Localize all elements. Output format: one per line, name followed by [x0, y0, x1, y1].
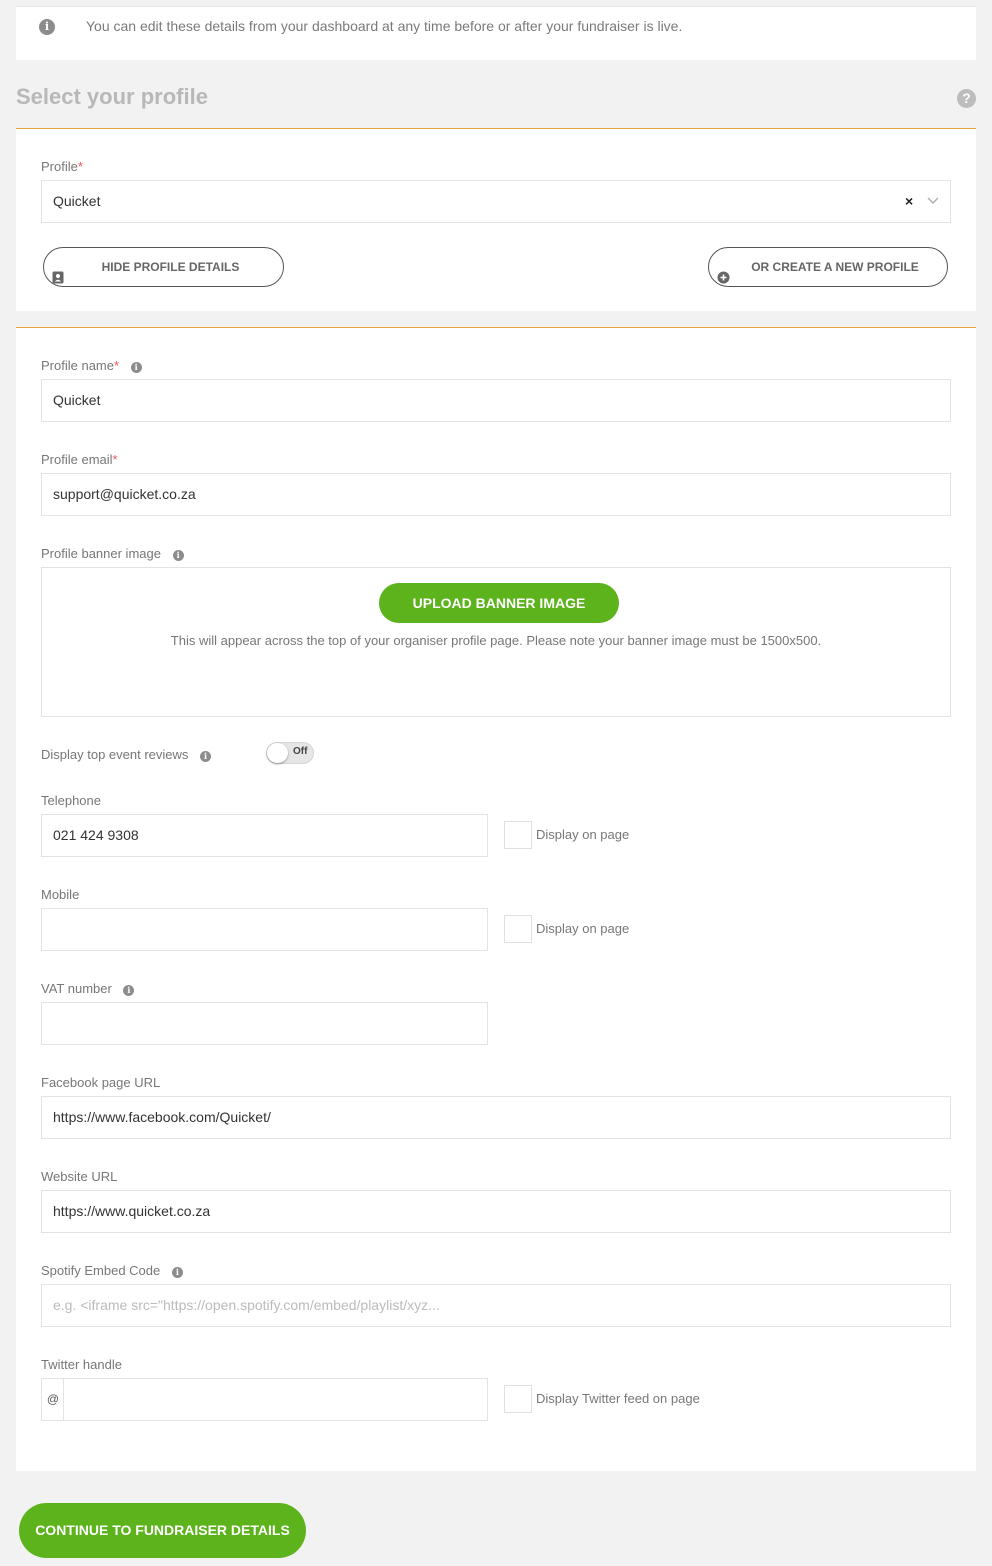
profile-name-input[interactable]: Quicket	[41, 379, 951, 422]
continue-button[interactable]: CONTINUE TO FUNDRAISER DETAILS	[19, 1503, 306, 1558]
facebook-label: Facebook page URL	[41, 1075, 161, 1090]
info-icon: i	[171, 1267, 183, 1278]
info-icon: i	[172, 550, 184, 561]
spotify-label: Spotify Embed Code i	[41, 1263, 183, 1278]
info-banner-text: You can edit these details from your das…	[86, 18, 683, 34]
info-icon: i	[39, 19, 55, 35]
website-input[interactable]: https://www.quicket.co.za	[41, 1190, 951, 1233]
telephone-display-label: Display on page	[536, 827, 630, 842]
telephone-display-checkbox[interactable]	[504, 821, 532, 849]
info-icon: i	[130, 362, 142, 373]
banner-image-label: Profile banner image i	[41, 546, 184, 561]
create-new-profile-button[interactable]: OR CREATE A NEW PROFILE	[708, 247, 948, 287]
vat-label: VAT number i	[41, 981, 135, 996]
info-icon: i	[123, 985, 135, 996]
contact-card-icon	[52, 261, 64, 299]
banner-upload-note: This will appear across the top of your …	[170, 633, 822, 648]
top-reviews-toggle[interactable]: Off	[266, 742, 314, 764]
top-reviews-label: Display top event reviews i	[41, 747, 212, 762]
mobile-display-label: Display on page	[536, 921, 630, 936]
profile-name-label: Profile name* i	[41, 358, 142, 373]
profile-select-value: Quicket	[53, 193, 101, 209]
facebook-input[interactable]: https://www.facebook.com/Quicket/	[41, 1096, 951, 1139]
mobile-display-checkbox[interactable]	[504, 915, 532, 943]
profile-email-label: Profile email*	[41, 452, 118, 467]
twitter-display-label: Display Twitter feed on page	[536, 1391, 700, 1406]
clear-icon[interactable]: ×	[905, 193, 913, 209]
plus-circle-icon	[717, 261, 730, 299]
twitter-label: Twitter handle	[41, 1357, 122, 1372]
at-prefix: @	[41, 1378, 64, 1421]
twitter-display-checkbox[interactable]	[504, 1385, 532, 1413]
profile-select[interactable]: Quicket	[41, 180, 951, 223]
vat-input[interactable]	[41, 1002, 488, 1045]
mobile-label: Mobile	[41, 887, 80, 902]
profile-email-input[interactable]: support@quicket.co.za	[41, 473, 951, 516]
profile-label: Profile*	[41, 159, 83, 174]
mobile-input[interactable]	[41, 908, 488, 951]
toggle-state-text: Off	[293, 746, 308, 757]
section-title: Select your profile	[16, 84, 208, 109]
telephone-label: Telephone	[41, 793, 101, 808]
upload-banner-button[interactable]: UPLOAD BANNER IMAGE	[379, 583, 619, 623]
info-icon: i	[200, 751, 212, 762]
telephone-input[interactable]: 021 424 9308	[41, 814, 488, 857]
twitter-input[interactable]	[63, 1378, 488, 1421]
question-icon[interactable]: ?	[957, 89, 976, 108]
toggle-knob	[267, 743, 288, 763]
website-label: Website URL	[41, 1169, 118, 1184]
spotify-input[interactable]: e.g. <iframe src="https://open.spotify.c…	[41, 1284, 951, 1327]
chevron-down-icon[interactable]	[927, 193, 939, 211]
hide-profile-details-button[interactable]: HIDE PROFILE DETAILS	[43, 247, 284, 287]
